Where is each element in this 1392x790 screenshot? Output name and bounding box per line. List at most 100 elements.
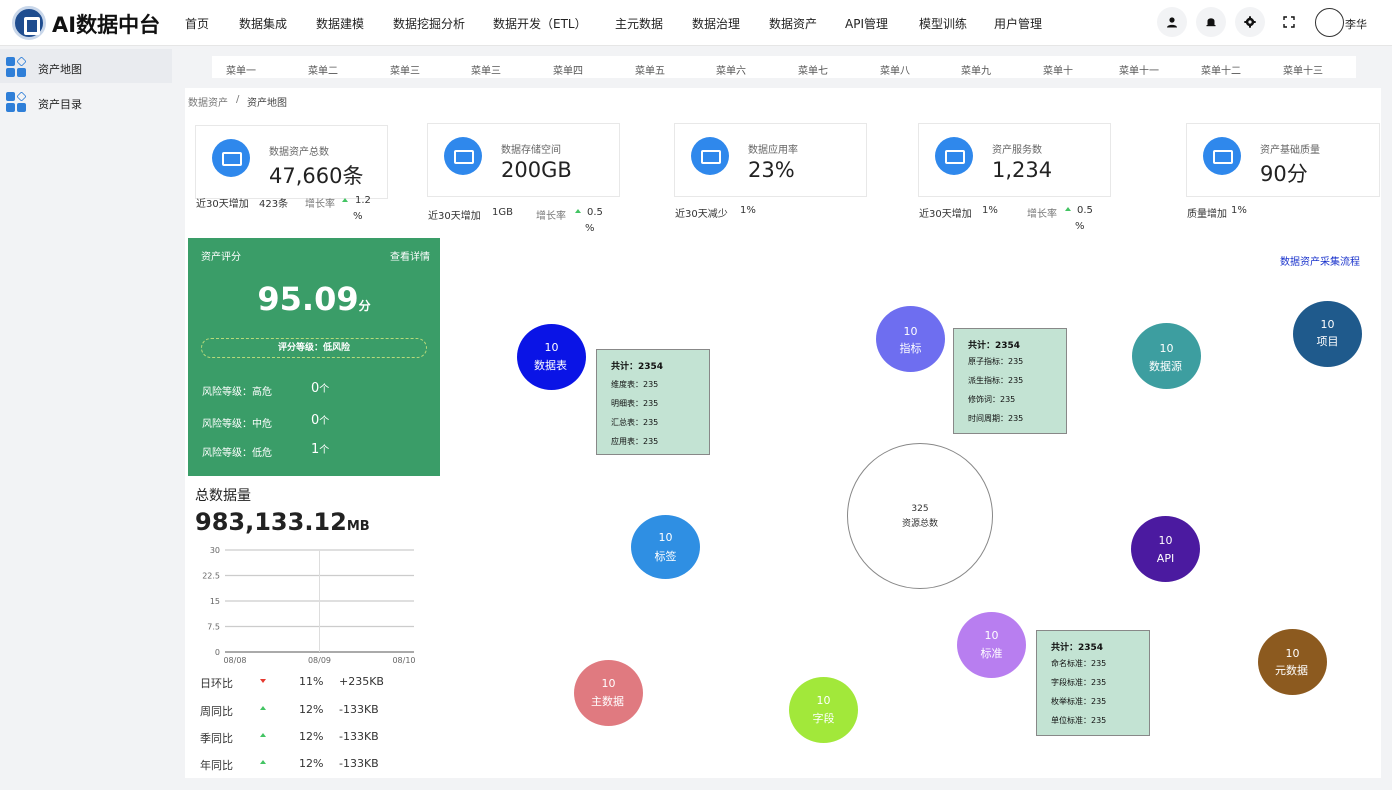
- comparison-delta: -133KB: [339, 703, 379, 716]
- tab-menu-3[interactable]: 菜单三: [390, 62, 420, 77]
- stat-title: 资产服务数: [992, 145, 1042, 156]
- sidebar-item-asset-catalog[interactable]: 资产目录: [0, 84, 172, 118]
- stat-value: 23%: [748, 158, 795, 182]
- rate-up-icon: [1065, 207, 1071, 211]
- tab-menu-9[interactable]: 菜单九: [961, 62, 991, 77]
- username[interactable]: 李华: [1345, 16, 1367, 32]
- stat-title: 数据应用率: [748, 145, 798, 156]
- tab-menu-12[interactable]: 菜单十二: [1201, 62, 1241, 77]
- score-title: 资产评分: [201, 252, 241, 263]
- nav-api[interactable]: API管理: [845, 15, 888, 32]
- bubble-label: 标准: [980, 647, 1003, 660]
- bubble-label: 数据源: [1149, 360, 1182, 373]
- bell-icon: [1206, 18, 1216, 27]
- risk-label-low: 风险等级：低危: [202, 448, 272, 459]
- tooltip-item: 明细表：235: [611, 399, 659, 408]
- nav-data-modeling[interactable]: 数据建模: [316, 15, 364, 32]
- tab-menu-1[interactable]: 菜单一: [226, 62, 256, 77]
- nav-users[interactable]: 用户管理: [994, 15, 1042, 32]
- nav-governance[interactable]: 数据治理: [692, 15, 740, 32]
- tab-menu-6[interactable]: 菜单六: [716, 62, 746, 77]
- avatar[interactable]: [1315, 8, 1344, 37]
- nav-etl[interactable]: 数据开发（ETL）: [493, 15, 587, 32]
- bubble-metadata[interactable]: 10 元数据: [1258, 629, 1327, 695]
- nav-home[interactable]: 首页: [185, 15, 209, 32]
- stat-card-usage-rate[interactable]: 数据应用率 23%: [674, 123, 867, 197]
- risk-count-high: 0个: [311, 381, 330, 396]
- resource-total-label: 资源总数: [901, 519, 938, 529]
- volume-title: 总数据量: [195, 488, 251, 504]
- rate-up-icon: [342, 198, 348, 202]
- stat-foot-value: 1%: [982, 205, 998, 216]
- tooltip-total: 共计：2354: [611, 362, 664, 372]
- trend-up-icon: [260, 733, 266, 737]
- sidebar: 资产地图 资产目录: [0, 47, 172, 790]
- settings-icon-button[interactable]: [1235, 7, 1265, 37]
- tooltip-metric: 共计：2354 原子指标：235 派生指标：235 修饰词：235 时间周期：2…: [953, 328, 1067, 434]
- tooltip-item: 字段标准：235: [1051, 678, 1107, 687]
- stat-card-total-assets[interactable]: 数据资产总数 47,660条: [195, 125, 388, 199]
- sidebar-item-asset-map[interactable]: 资产地图: [0, 49, 172, 83]
- nav-master-data[interactable]: 主元数据: [615, 15, 663, 32]
- wallet-icon: [691, 137, 729, 175]
- view-details-link[interactable]: 查看详情: [390, 248, 430, 263]
- bubble-api[interactable]: 10 API: [1131, 516, 1200, 582]
- tab-menu-7[interactable]: 菜单七: [798, 62, 828, 77]
- bubble-data-table[interactable]: 10 数据表: [517, 324, 586, 390]
- app-title: AI数据中台: [52, 13, 161, 37]
- user-icon: [1167, 17, 1177, 28]
- wallet-icon: [212, 139, 250, 177]
- collection-flow-link[interactable]: 数据资产采集流程: [1280, 253, 1360, 268]
- bubble-label: API: [1156, 552, 1175, 565]
- tab-menu-13[interactable]: 菜单十三: [1283, 62, 1323, 77]
- stat-card-services[interactable]: 资产服务数 1,234: [918, 123, 1111, 197]
- resource-total-value: 325: [911, 504, 929, 514]
- tab-menu-11[interactable]: 菜单十一: [1119, 62, 1159, 77]
- chart-y-tick-label: 0: [215, 648, 220, 657]
- bubble-tag[interactable]: 10 标签: [631, 515, 700, 579]
- chart-y-tick-label: 15: [210, 597, 220, 606]
- fullscreen-icon-button[interactable]: [1274, 7, 1304, 37]
- stat-rate: 0.5: [587, 207, 603, 218]
- nav-data-mining[interactable]: 数据挖掘分析: [393, 15, 465, 32]
- bubble-master-data[interactable]: 10 主数据: [574, 660, 643, 726]
- tab-menu-8[interactable]: 菜单八: [880, 62, 910, 77]
- comparison-pct: 11%: [299, 675, 324, 688]
- bubble-field[interactable]: 10 字段: [789, 677, 858, 743]
- nav-model-training[interactable]: 模型训练: [919, 15, 967, 32]
- stat-rate-unit: %: [353, 211, 363, 222]
- tooltip-item: 时间周期：235: [968, 414, 1024, 423]
- chart-y-tick-label: 7.5: [207, 623, 220, 632]
- bubble-label: 标签: [654, 550, 677, 563]
- bubble-count: 10: [601, 677, 616, 690]
- bubble-metric[interactable]: 10 指标: [876, 306, 945, 372]
- stat-foot-label: 近30天减少: [675, 209, 728, 220]
- grid-icon: [6, 91, 28, 114]
- breadcrumb-parent[interactable]: 数据资产: [188, 94, 228, 109]
- bubble-label: 字段: [812, 712, 835, 725]
- bell-icon-button[interactable]: [1196, 7, 1226, 37]
- bubble-data-source[interactable]: 10 数据源: [1132, 323, 1201, 389]
- tab-menu-5[interactable]: 菜单五: [635, 62, 665, 77]
- nav-data-integration[interactable]: 数据集成: [239, 15, 287, 32]
- user-icon-button[interactable]: [1157, 7, 1187, 37]
- bubble-project[interactable]: 10 项目: [1293, 301, 1362, 367]
- comparison-pct: 12%: [299, 757, 324, 770]
- sidebar-item-label: 资产目录: [38, 98, 82, 111]
- bubble-standard[interactable]: 10 标准: [957, 612, 1026, 678]
- tooltip-item: 汇总表：235: [611, 418, 659, 427]
- tab-menu-4[interactable]: 菜单四: [553, 62, 583, 77]
- tooltip-total: 共计：2354: [968, 341, 1021, 351]
- nav-data-assets[interactable]: 数据资产: [769, 15, 817, 32]
- stat-foot-label: 近30天增加: [919, 209, 972, 220]
- asset-score-panel: 资产评分 查看详情 95.09分 评分等级：低风险 风险等级：高危 0个 风险等…: [188, 238, 440, 476]
- stat-card-storage[interactable]: 数据存储空间 200GB: [427, 123, 620, 197]
- chart-x-tick-label: 08/10: [392, 656, 415, 665]
- breadcrumb-separator: /: [236, 94, 240, 105]
- tab-menu-3b[interactable]: 菜单三: [471, 62, 501, 77]
- trend-up-icon: [260, 706, 266, 710]
- tab-menu-10[interactable]: 菜单十: [1043, 62, 1073, 77]
- bubble-label: 数据表: [534, 359, 567, 372]
- tab-menu-2[interactable]: 菜单二: [308, 62, 338, 77]
- stat-card-quality[interactable]: 资产基础质量 90分: [1186, 123, 1380, 197]
